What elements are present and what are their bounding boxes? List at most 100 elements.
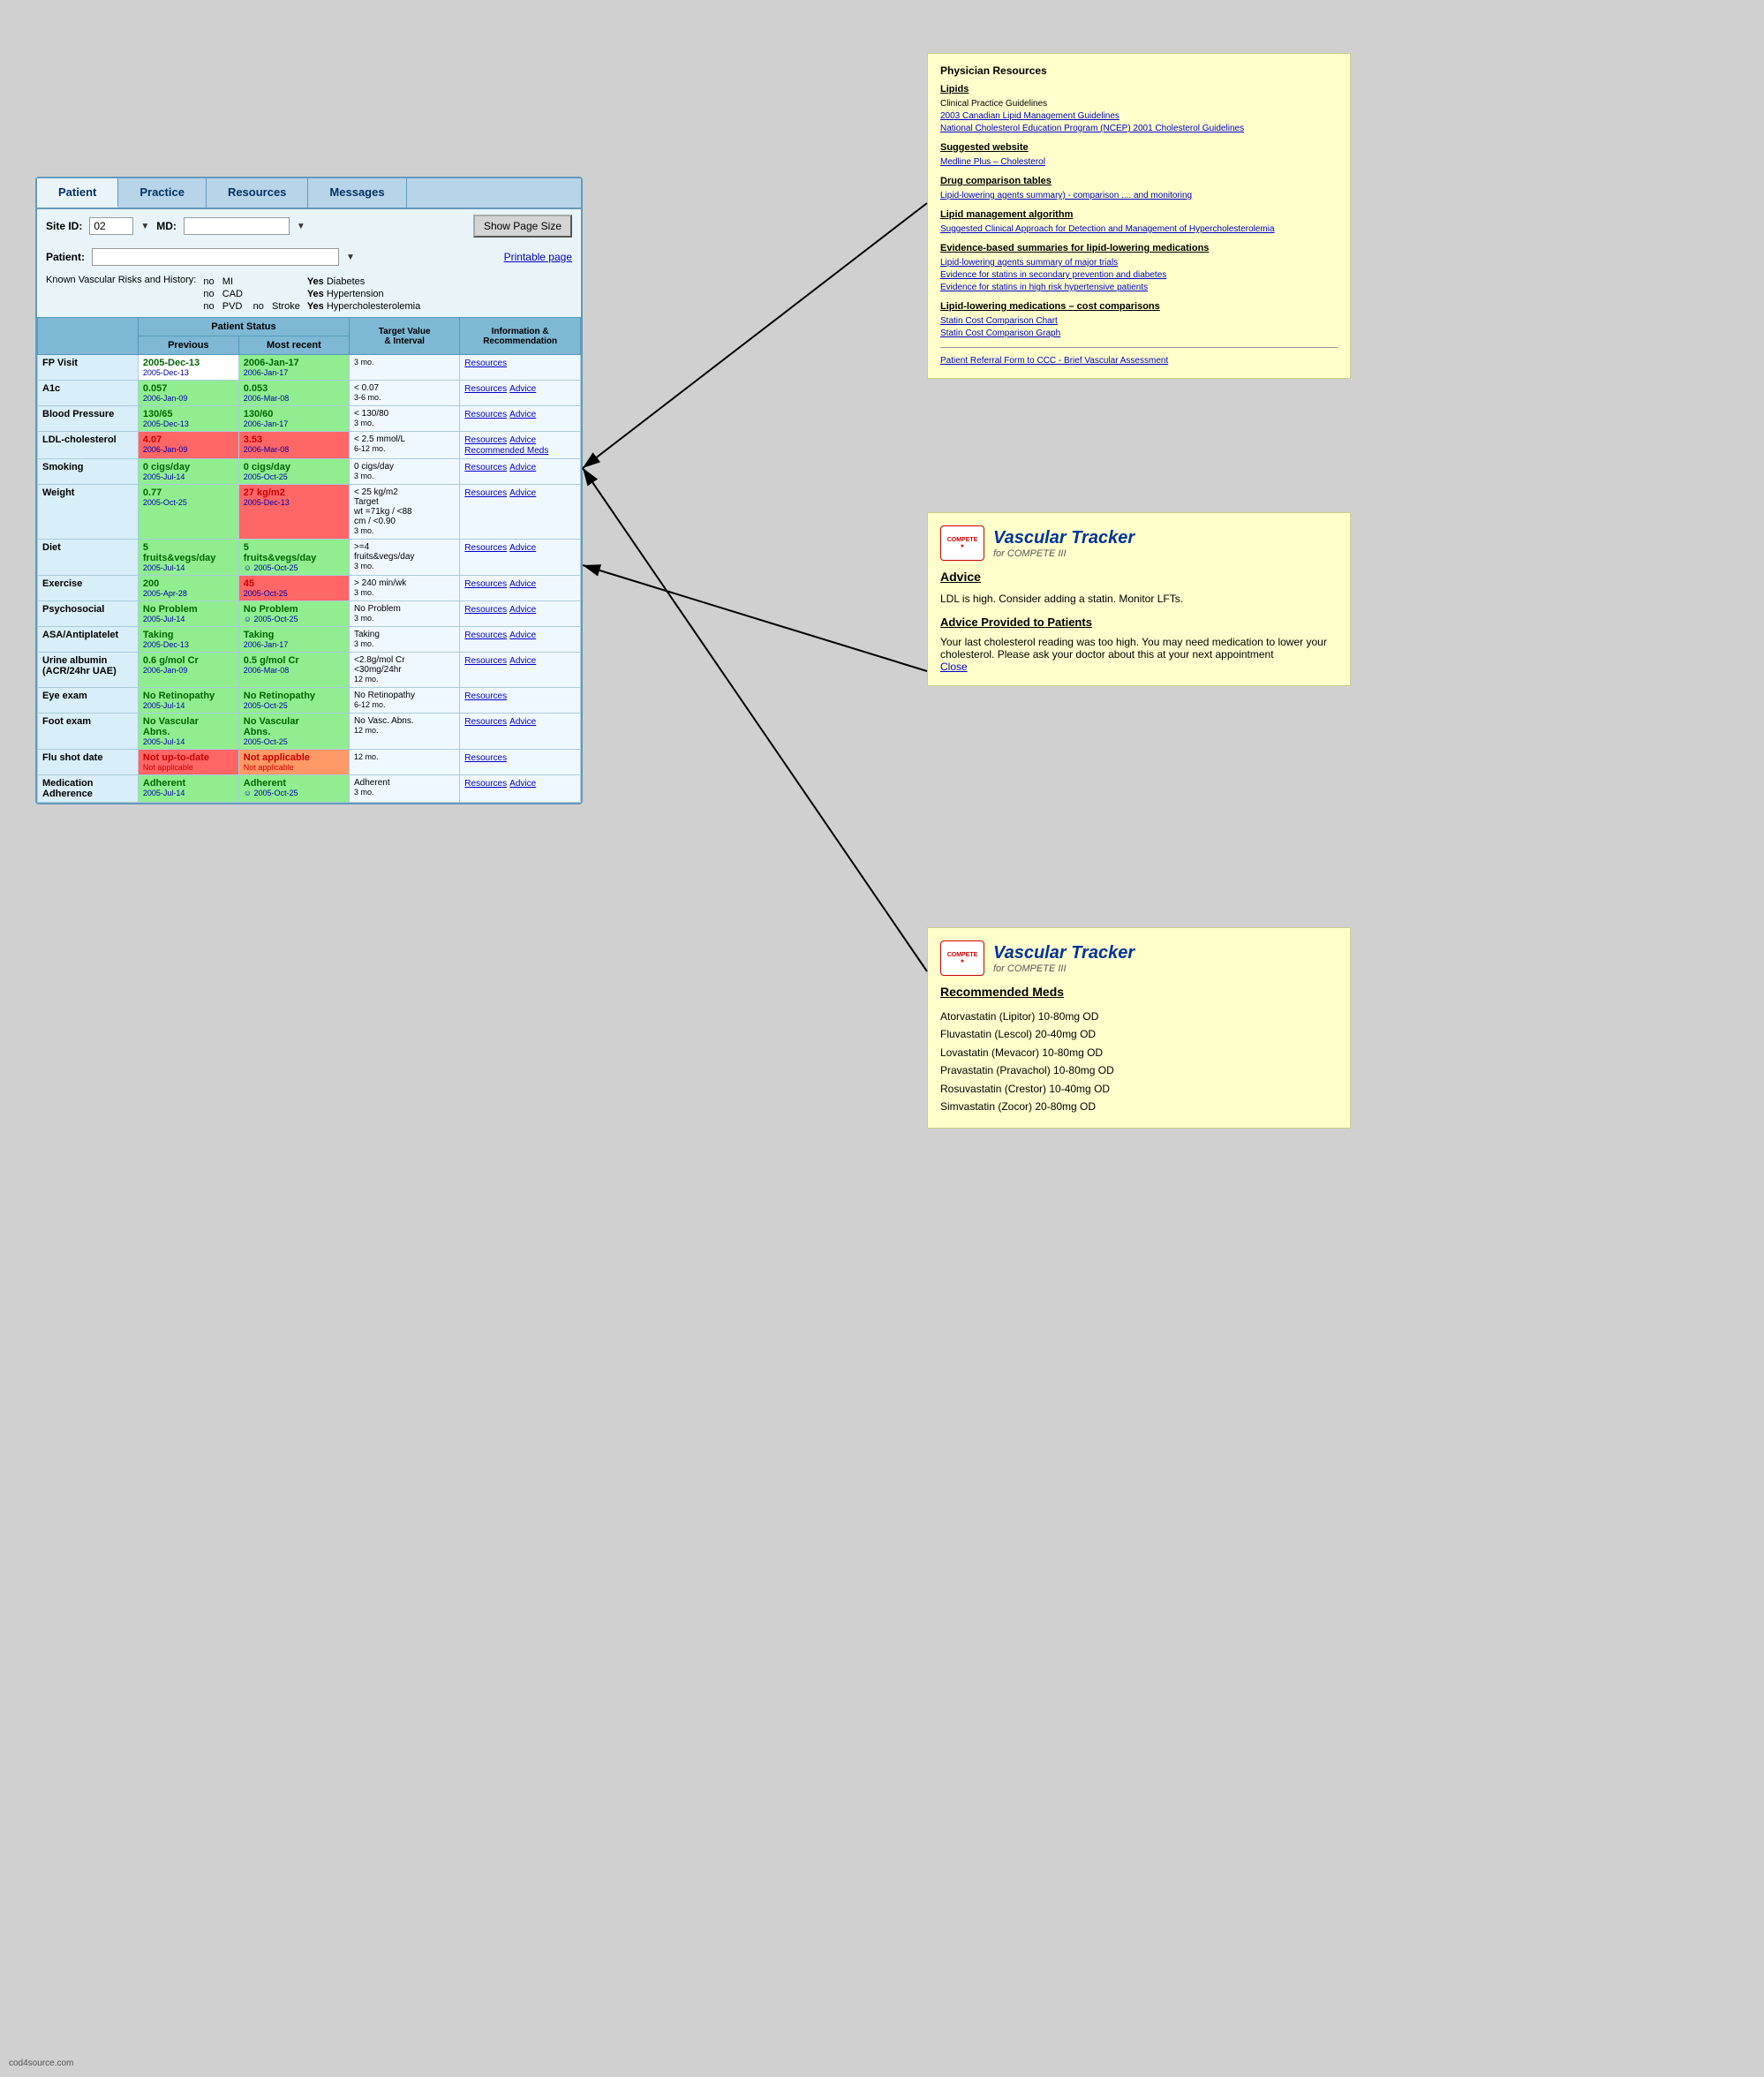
physician-cost-graph-link[interactable]: Statin Cost Comparison Graph <box>940 328 1338 340</box>
asa-resources-link[interactable]: Resources <box>464 631 507 640</box>
row-label-weight: Weight <box>38 485 139 540</box>
close-link[interactable]: Close <box>940 661 968 673</box>
printable-page-link[interactable]: Printable page <box>504 251 572 263</box>
compete-logo: COMPETE ★ <box>940 525 984 561</box>
cell-bp-prev: 130/65 2005-Dec-13 <box>138 406 238 432</box>
ldl-resources-link[interactable]: Resources <box>464 435 507 445</box>
md-label: MD: <box>156 220 177 232</box>
physician-lipid-lowering-link[interactable]: Lipid-lowering agents summary) - compari… <box>940 190 1338 202</box>
physician-ncep-link[interactable]: National Cholesterol Education Program (… <box>940 123 1338 135</box>
vascular-header: COMPETE ★ Vascular Tracker for COMPETE I… <box>940 525 1338 561</box>
cell-medication-info: Resources Advice <box>460 775 581 803</box>
physician-resources-panel: Physician Resources Lipids Clinical Prac… <box>927 53 1351 379</box>
cell-ldl-target: < 2.5 mmol/L6-12 mo. <box>350 432 460 459</box>
weight-resources-link[interactable]: Resources <box>464 488 507 498</box>
site-id-label: Site ID: <box>46 220 82 232</box>
medication-resources-link[interactable]: Resources <box>464 779 507 789</box>
tab-patient[interactable]: Patient <box>37 178 118 208</box>
cell-asa-recent: Taking 2006-Jan-17 <box>238 627 349 653</box>
cell-eye-target: No Retinopathy6-12 mo. <box>350 688 460 714</box>
physician-secondary-link[interactable]: Evidence for statins in secondary preven… <box>940 269 1338 282</box>
cell-psychosocial-target: No Problem3 mo. <box>350 601 460 627</box>
cell-exercise-prev: 200 2005-Apr-28 <box>138 576 238 601</box>
row-label-bp: Blood Pressure <box>38 406 139 432</box>
cell-a1c-target: < 0.073-6 mo. <box>350 381 460 406</box>
foot-resources-link[interactable]: Resources <box>464 717 507 727</box>
table-row: Blood Pressure 130/65 2005-Dec-13 130/60… <box>38 406 581 432</box>
physician-trials-link[interactable]: Lipid-lowering agents summary of major t… <box>940 257 1338 269</box>
smoking-advice-link[interactable]: Advice <box>509 463 536 472</box>
cell-bp-recent: 130/60 2006-Jan-17 <box>238 406 349 432</box>
col-header-info: Information &Recommendation <box>460 318 581 355</box>
patient-row: Patient: ▼ Printable page <box>37 243 581 271</box>
fp-resources-link[interactable]: Resources <box>464 359 507 368</box>
psychosocial-resources-link[interactable]: Resources <box>464 605 507 615</box>
physician-canadian-lipid-link[interactable]: 2003 Canadian Lipid Management Guideline… <box>940 110 1338 123</box>
cell-smoking-prev: 0 cigs/day 2005-Jul-14 <box>138 459 238 485</box>
table-row: Eye exam No Retinopathy 2005-Jul-14 No R… <box>38 688 581 714</box>
asa-advice-link[interactable]: Advice <box>509 631 536 640</box>
md-input[interactable] <box>184 217 290 235</box>
show-page-size-button[interactable]: Show Page Size <box>473 215 572 238</box>
rec-meds-list: Atorvastatin (Lipitor) 10-80mg OD Fluvas… <box>940 1008 1338 1115</box>
psychosocial-advice-link[interactable]: Advice <box>509 605 536 615</box>
row-label-urine: Urine albumin(ACR/24hr UAE) <box>38 653 139 688</box>
physician-medline-link[interactable]: Medline Plus – Cholesterol <box>940 156 1338 169</box>
cell-fp-info: Resources <box>460 355 581 381</box>
ldl-advice-link[interactable]: Advice <box>509 435 536 445</box>
bp-advice-link[interactable]: Advice <box>509 410 536 419</box>
site-id-input[interactable] <box>89 217 133 235</box>
smoking-resources-link[interactable]: Resources <box>464 463 507 472</box>
cell-fp-prev: 2005-Dec-13 2005-Dec-13 <box>138 355 238 381</box>
tab-messages[interactable]: Messages <box>308 178 406 208</box>
weight-advice-link[interactable]: Advice <box>509 488 536 498</box>
diet-resources-link[interactable]: Resources <box>464 543 507 553</box>
foot-advice-link[interactable]: Advice <box>509 717 536 727</box>
exercise-resources-link[interactable]: Resources <box>464 579 507 589</box>
cell-medication-recent: Adherent ☺ 2005-Oct-25 <box>238 775 349 803</box>
cell-eye-recent: No Retinopathy 2005-Oct-25 <box>238 688 349 714</box>
site-id-row: Site ID: ▼ MD: ▼ Show Page Size <box>37 209 581 243</box>
cell-eye-info: Resources <box>460 688 581 714</box>
exercise-advice-link[interactable]: Advice <box>509 579 536 589</box>
tab-resources[interactable]: Resources <box>207 178 308 208</box>
cell-fp-target: 3 mo. <box>350 355 460 381</box>
rec-meds-title-block: Vascular Tracker for COMPETE III <box>993 943 1135 974</box>
physician-referral-link[interactable]: Patient Referral Form to CCC - Brief Vas… <box>940 355 1338 367</box>
physician-algorithm-link[interactable]: Suggested Clinical Approach for Detectio… <box>940 223 1338 236</box>
physician-hypertensive-link[interactable]: Evidence for statins in high risk hypert… <box>940 282 1338 294</box>
emr-panel: Patient Practice Resources Messages Site… <box>35 177 583 804</box>
cell-weight-recent: 27 kg/m2 2005-Dec-13 <box>238 485 349 540</box>
cell-urine-recent: 0.5 g/mol Cr 2006-Mar-08 <box>238 653 349 688</box>
a1c-advice-link[interactable]: Advice <box>509 384 536 394</box>
physician-cost-chart-link[interactable]: Statin Cost Comparison Chart <box>940 315 1338 328</box>
diet-advice-link[interactable]: Advice <box>509 543 536 553</box>
a1c-resources-link[interactable]: Resources <box>464 384 507 394</box>
patient-input[interactable] <box>92 248 339 266</box>
cell-ldl-prev: 4.07 2006-Jan-09 <box>138 432 238 459</box>
cell-urine-target: <2.8g/mol Cr<30mg/24hr12 mo. <box>350 653 460 688</box>
advice-text: LDL is high. Consider adding a statin. M… <box>940 591 1338 607</box>
cell-foot-target: No Vasc. Abns.12 mo. <box>350 714 460 750</box>
flu-resources-link[interactable]: Resources <box>464 753 507 763</box>
urine-advice-link[interactable]: Advice <box>509 656 536 666</box>
row-label-fp-visit: FP Visit <box>38 355 139 381</box>
col-header-target: Target Value& Interval <box>350 318 460 355</box>
table-row: Weight 0.77 2005-Oct-25 27 kg/m2 2005-De… <box>38 485 581 540</box>
eye-resources-link[interactable]: Resources <box>464 691 507 701</box>
footer: cod4source.com <box>9 2058 73 2068</box>
tab-practice[interactable]: Practice <box>118 178 207 208</box>
cell-weight-info: Resources Advice <box>460 485 581 540</box>
cell-asa-prev: Taking 2005-Dec-13 <box>138 627 238 653</box>
bp-resources-link[interactable]: Resources <box>464 410 507 419</box>
table-row: ASA/Antiplatelet Taking 2005-Dec-13 Taki… <box>38 627 581 653</box>
medication-advice-link[interactable]: Advice <box>509 779 536 789</box>
cell-diet-recent: 5fruits&vegs/day ☺ 2005-Oct-25 <box>238 540 349 576</box>
urine-resources-link[interactable]: Resources <box>464 656 507 666</box>
row-label-flu: Flu shot date <box>38 750 139 775</box>
table-row: Urine albumin(ACR/24hr UAE) 0.6 g/mol Cr… <box>38 653 581 688</box>
row-label-eye: Eye exam <box>38 688 139 714</box>
cell-diet-info: Resources Advice <box>460 540 581 576</box>
ldl-rec-meds-link[interactable]: Recommended Meds <box>464 446 548 456</box>
cell-urine-prev: 0.6 g/mol Cr 2006-Jan-09 <box>138 653 238 688</box>
